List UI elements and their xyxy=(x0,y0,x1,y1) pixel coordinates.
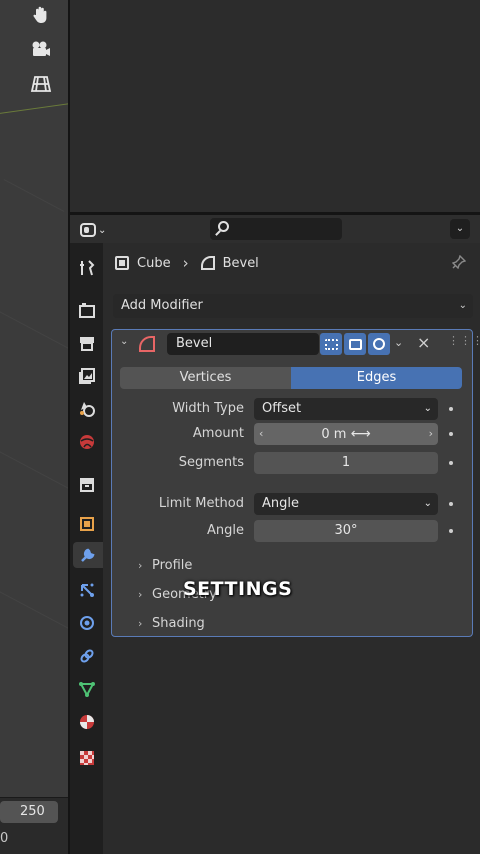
angle-label: Angle xyxy=(207,523,244,538)
add-modifier-label: Add Modifier xyxy=(121,298,203,313)
view-layer-icon[interactable] xyxy=(74,363,100,389)
profile-subpanel[interactable]: › Profile xyxy=(138,558,192,573)
tool-icon[interactable] xyxy=(74,255,100,281)
timeline-bar: 250 0 xyxy=(0,797,68,854)
x-axis-line xyxy=(0,101,68,116)
breadcrumb-modifier: Bevel xyxy=(222,255,259,271)
chevron-down-icon: ⌄ xyxy=(458,300,467,311)
bevel-icon xyxy=(200,256,215,270)
current-frame-label: 0 xyxy=(0,831,9,846)
keyframe-dot[interactable] xyxy=(449,432,453,436)
increment-arrow-icon[interactable]: › xyxy=(429,423,433,445)
grid-line xyxy=(0,448,68,493)
empty-editor-area[interactable] xyxy=(70,0,480,212)
add-modifier-dropdown[interactable]: Add Modifier ⌄ xyxy=(113,294,473,318)
breadcrumb: Cube › Bevel xyxy=(115,251,259,275)
collection-icon[interactable] xyxy=(74,471,100,497)
width-type-value: Offset xyxy=(262,401,302,416)
viewport-display-toggle[interactable] xyxy=(344,333,366,355)
data-icon[interactable] xyxy=(74,676,100,702)
end-frame-field[interactable]: 250 xyxy=(0,801,58,823)
output-icon[interactable] xyxy=(74,330,100,356)
properties-editor-icon xyxy=(80,223,96,237)
properties-editor: ⌄ ⌄ Cube › Bevel Add Modifier ⌄ ⌄ Bevel … xyxy=(70,215,480,854)
chevron-down-icon: ⌄ xyxy=(98,224,107,236)
shading-subpanel[interactable]: › Shading xyxy=(138,616,205,631)
search-icon xyxy=(218,221,229,232)
decrement-arrow-icon[interactable]: ‹ xyxy=(259,423,263,445)
segments-field[interactable]: 1 xyxy=(254,452,438,474)
constraints-icon[interactable] xyxy=(74,643,100,669)
limit-method-label: Limit Method xyxy=(158,496,244,511)
camera-icon xyxy=(373,338,385,350)
resize-cursor-icon: ⟷ xyxy=(350,426,371,442)
chevron-right-icon: › xyxy=(138,617,143,630)
hand-icon[interactable] xyxy=(24,0,58,30)
modifier-name-field[interactable]: Bevel xyxy=(167,333,319,355)
object-icon[interactable] xyxy=(74,511,100,537)
limit-method-dropdown[interactable]: Angle ⌄ xyxy=(254,493,438,515)
pin-icon[interactable] xyxy=(451,254,467,270)
particles-icon[interactable] xyxy=(74,577,100,603)
3d-viewport[interactable]: 250 0 xyxy=(0,0,68,854)
search-input[interactable] xyxy=(210,218,342,240)
breadcrumb-object: Cube xyxy=(137,255,171,271)
editor-type-button[interactable]: ⌄ xyxy=(80,219,116,241)
drag-handle-icon[interactable]: ⋮⋮⋮ xyxy=(448,334,480,347)
chevron-right-icon: › xyxy=(138,588,143,601)
close-icon[interactable]: × xyxy=(417,333,430,352)
amount-label: Amount xyxy=(192,426,244,441)
limit-method-value: Angle xyxy=(262,496,299,511)
camera-icon[interactable] xyxy=(24,34,58,64)
chevron-down-icon: ⌄ xyxy=(423,403,432,414)
keyframe-dot[interactable] xyxy=(449,502,453,506)
width-type-label: Width Type xyxy=(172,401,244,416)
grid-line xyxy=(0,588,68,633)
collapse-chevron-icon[interactable]: ⌄ xyxy=(120,336,128,347)
chevron-right-icon: › xyxy=(138,559,143,572)
chevron-right-icon: › xyxy=(182,254,189,272)
material-icon[interactable] xyxy=(74,709,100,735)
properties-tabs xyxy=(70,243,103,854)
grid-icon[interactable] xyxy=(24,69,58,99)
angle-field[interactable]: 30° xyxy=(254,520,438,542)
modifier-properties: Cube › Bevel Add Modifier ⌄ ⌄ Bevel ⌄ × … xyxy=(103,243,480,854)
monitor-icon xyxy=(348,338,362,350)
edit-mode-icon xyxy=(324,338,338,350)
video-caption: SETTINGS xyxy=(183,578,293,600)
render-toggle[interactable] xyxy=(368,333,390,355)
edit-mode-toggle[interactable] xyxy=(320,333,342,355)
segments-label: Segments xyxy=(178,455,244,470)
vertices-option[interactable]: Vertices xyxy=(120,367,291,389)
scene-icon[interactable] xyxy=(74,396,100,422)
affect-toggle: Vertices Edges xyxy=(120,367,462,389)
amount-field[interactable]: ‹ 0 m ⟷ › xyxy=(254,423,438,445)
bevel-modifier-icon xyxy=(139,336,155,352)
shading-label: Shading xyxy=(152,616,205,631)
modifier-header: ⌄ Bevel ⌄ × ⋮⋮⋮ xyxy=(112,330,480,358)
keyframe-dot[interactable] xyxy=(449,461,453,465)
options-dropdown-button[interactable]: ⌄ xyxy=(450,219,470,239)
grid-line xyxy=(3,179,65,212)
keyframe-dot[interactable] xyxy=(449,529,453,533)
chevron-down-icon: ⌄ xyxy=(423,498,432,509)
object-icon xyxy=(115,256,129,270)
physics-icon[interactable] xyxy=(74,610,100,636)
amount-value: 0 m xyxy=(321,427,347,442)
texture-icon[interactable] xyxy=(74,745,100,771)
modifier-icon[interactable] xyxy=(73,542,103,568)
world-icon[interactable] xyxy=(74,429,100,455)
render-icon[interactable] xyxy=(74,297,100,323)
grid-line xyxy=(0,308,68,353)
edges-option[interactable]: Edges xyxy=(291,367,462,389)
profile-label: Profile xyxy=(152,558,193,573)
keyframe-dot[interactable] xyxy=(449,407,453,411)
properties-header: ⌄ ⌄ xyxy=(70,215,480,243)
width-type-dropdown[interactable]: Offset ⌄ xyxy=(254,398,438,420)
modifier-menu-chevron-icon[interactable]: ⌄ xyxy=(394,336,403,349)
